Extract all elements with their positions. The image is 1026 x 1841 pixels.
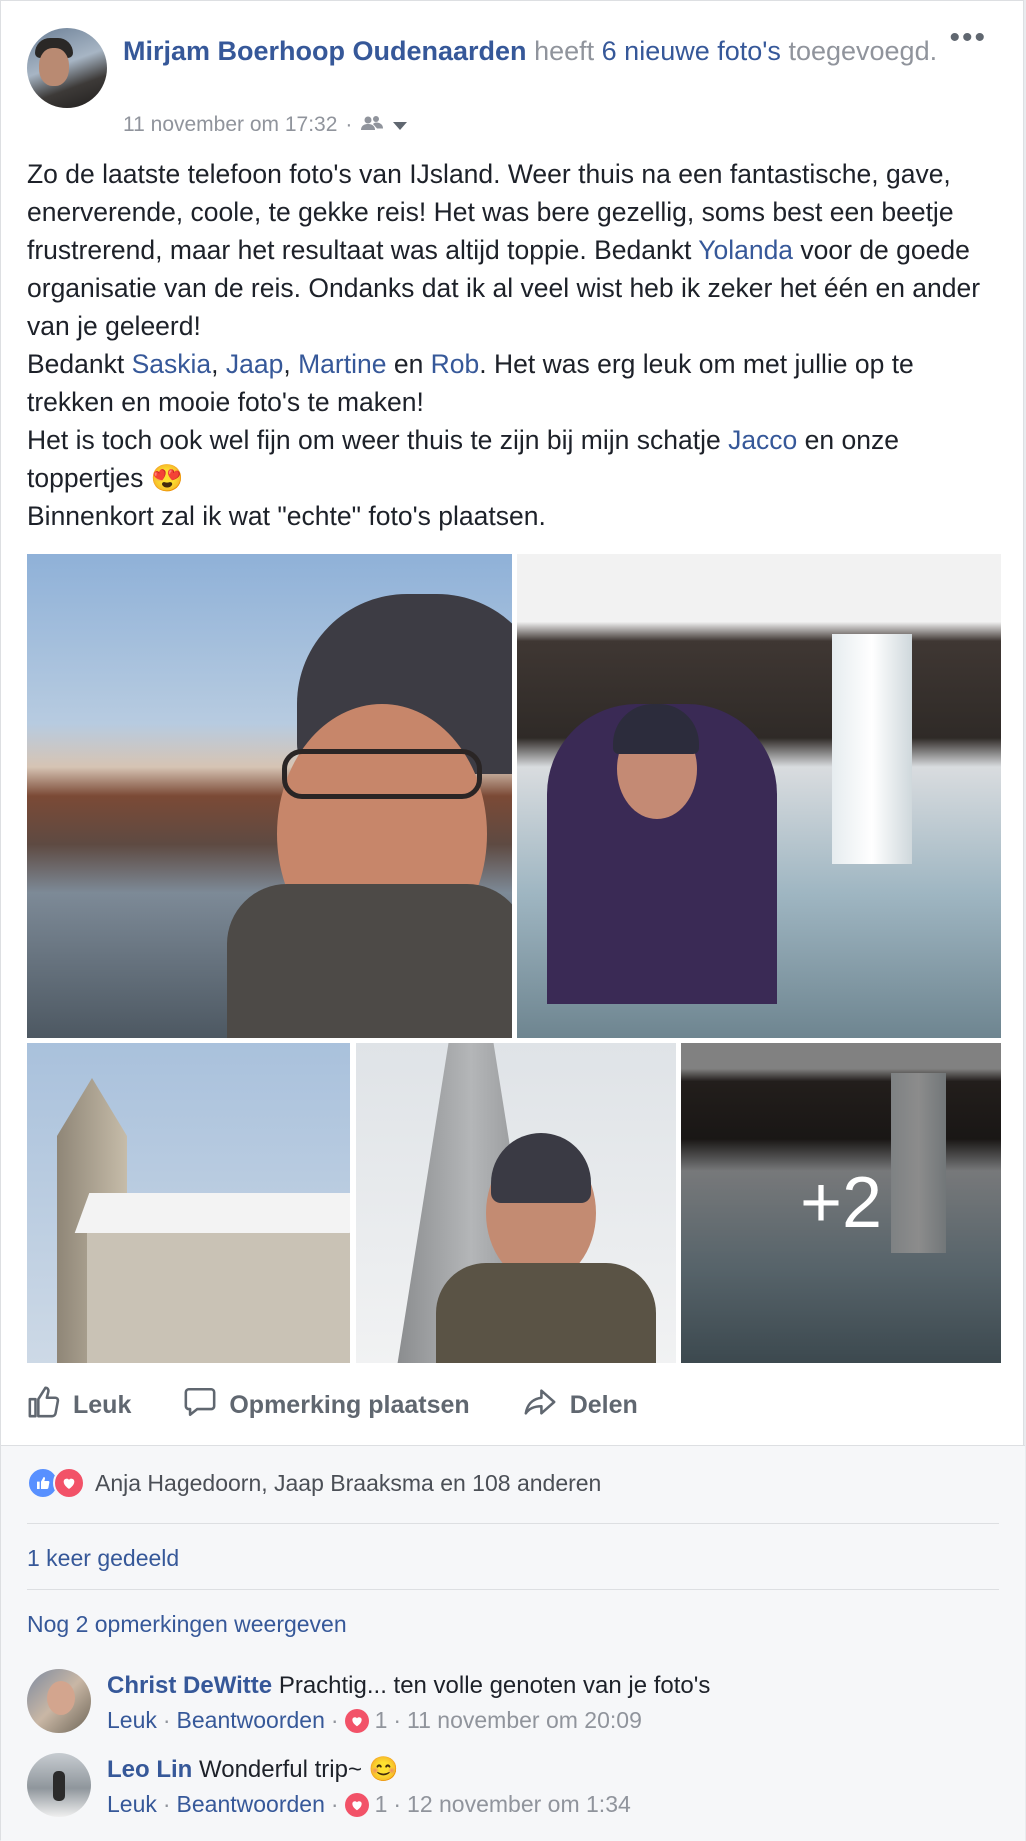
dot-separator: · [330,1791,339,1817]
new-photos-link[interactable]: 6 nieuwe foto's [602,36,781,66]
author-name[interactable]: Mirjam Boerhoop Oudenaarden [123,36,527,66]
mention-rob[interactable]: Rob [431,349,480,379]
meta-separator: · [345,113,353,136]
share-label: Delen [569,1390,638,1419]
commenter-name[interactable]: Leo Lin [107,1756,192,1783]
comment-label: Opmerking plaatsen [229,1390,470,1419]
comment-time[interactable]: 11 november om 20:09 [407,1707,642,1734]
comment-meta: Leuk · Beantwoorden · 1 · 12 november om… [107,1791,631,1818]
share-button[interactable]: Delen [522,1384,638,1426]
comment-reply-link[interactable]: Beantwoorden [177,1791,325,1818]
heart-icon [344,1708,369,1733]
comment-meta: Leuk · Beantwoorden · 1 · 11 november om… [107,1707,642,1734]
view-more-comments-link[interactable]: Nog 2 opmerkingen weergeven [27,1611,347,1638]
reaction-names[interactable]: Anja Hagedoorn, Jaap Braaksma en 108 and… [95,1470,601,1497]
post-paragraph: Binnenkort zal ik wat "echte" foto's pla… [27,501,546,531]
reaction-summary[interactable]: Anja Hagedoorn, Jaap Braaksma en 108 and… [27,1467,601,1499]
share-count[interactable]: 1 keer gedeeld [27,1545,179,1572]
post-text: Zo de laatste telefoon foto's van IJslan… [27,155,1007,535]
audience-chevron-down-icon[interactable] [392,110,408,140]
comment-button[interactable]: Opmerking plaatsen [183,1384,470,1426]
post-actions: Leuk Opmerking plaatsen Delen [27,1384,987,1426]
divider [27,1589,999,1590]
dot-separator: · [162,1791,171,1817]
comment-item: Christ DeWitte Prachtig... ten volle gen… [27,1669,987,1739]
mention-jaap[interactable]: Jaap [226,349,283,379]
action-suffix: toegevoegd. [788,36,938,66]
comment-item: Leo Lin Wonderful trip~ 😊 Leuk · Beantwo… [27,1753,987,1823]
heart-reaction-icon [53,1467,85,1499]
photo-more-overlay[interactable]: +2 [681,1043,1001,1363]
comment-body: Leo Lin Wonderful trip~ 😊 [107,1753,399,1787]
post-paragraph: Bedankt Saskia, Jaap, Martine en Rob. He… [27,349,914,417]
mention-jacco[interactable]: Jacco [728,425,797,455]
friends-audience-icon[interactable] [360,110,384,140]
post-paragraph: Zo de laatste telefoon foto's van IJslan… [27,159,981,341]
author-avatar[interactable] [27,28,107,108]
photo-selfie-water[interactable] [27,554,512,1038]
comment-reply-link[interactable]: Beantwoorden [177,1707,325,1734]
post-card: Mirjam Boerhoop Oudenaarden heeft 6 nieu… [0,0,1025,1841]
comment-text: Prachtig... ten volle genoten van je fot… [278,1672,711,1699]
comment-like-link[interactable]: Leuk [107,1707,157,1734]
like-button[interactable]: Leuk [27,1384,131,1426]
commenter-name[interactable]: Christ DeWitte [107,1672,272,1699]
post-paragraph: Het is toch ook wel fijn om weer thuis t… [27,425,899,493]
mention-martine[interactable]: Martine [298,349,386,379]
thumbs-up-icon [27,1385,61,1426]
dot-separator: · [330,1707,339,1733]
post-timestamp[interactable]: 11 november om 17:32 [123,110,337,140]
action-prefix: heeft [534,36,595,66]
photo-selfie-church[interactable] [356,1043,676,1363]
photo-church[interactable] [27,1043,350,1363]
comment-reaction-count[interactable]: 1 [375,1791,388,1818]
mention-saskia[interactable]: Saskia [132,349,212,379]
share-icon [522,1385,558,1426]
comment-icon [183,1385,217,1426]
comment-time[interactable]: 12 november om 1:34 [407,1791,631,1818]
dot-separator: · [393,1707,402,1733]
divider [27,1523,999,1524]
comment-text: Wonderful trip~ 😊 [199,1756,399,1783]
mention-yolanda[interactable]: Yolanda [698,235,793,265]
more-options-icon[interactable]: ••• [949,23,987,53]
post-meta: 11 november om 17:32 · [123,110,408,140]
post-header: Mirjam Boerhoop Oudenaarden heeft 6 nieu… [27,23,987,148]
dot-separator: · [393,1791,402,1817]
commenter-avatar[interactable] [27,1669,91,1733]
like-label: Leuk [73,1390,132,1419]
commenter-avatar[interactable] [27,1753,91,1817]
photo-waterfall[interactable] [517,554,1001,1038]
more-photos-count[interactable]: +2 [681,1043,1001,1363]
heart-icon [344,1792,369,1817]
comment-body: Christ DeWitte Prachtig... ten volle gen… [107,1669,710,1703]
author-line: Mirjam Boerhoop Oudenaarden heeft 6 nieu… [123,32,963,70]
comment-like-link[interactable]: Leuk [107,1791,157,1818]
comment-reaction-count[interactable]: 1 [375,1707,388,1734]
dot-separator: · [162,1707,171,1733]
